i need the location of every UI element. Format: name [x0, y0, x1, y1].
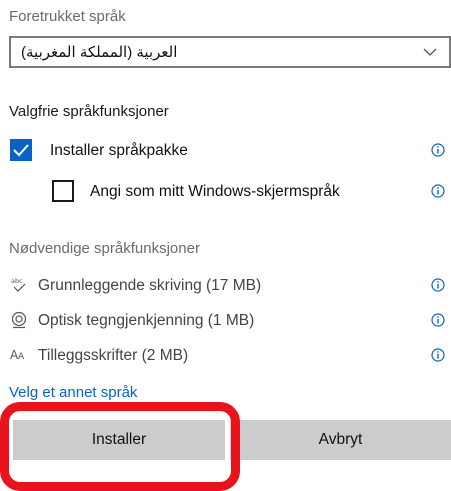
- checkmark-icon: [13, 144, 29, 157]
- choose-another-language-link[interactable]: Velg et annet språk: [9, 384, 137, 401]
- required-features-heading: Nødvendige språkfunksjoner: [9, 240, 200, 257]
- optional-features-heading: Valgfrie språkfunksjoner: [9, 103, 169, 120]
- ocr-label: Optisk tegngjenkjenning (1 MB): [38, 312, 255, 329]
- cancel-button[interactable]: Avbryt: [230, 420, 451, 460]
- chevron-down-icon: [423, 48, 437, 56]
- language-dropdown[interactable]: العربية (المملكة المغربية): [9, 36, 451, 68]
- preferred-language-label: Foretrukket språk: [9, 8, 126, 25]
- install-language-pack-checkbox[interactable]: [10, 139, 32, 161]
- font-icon: A A: [10, 348, 25, 362]
- info-icon[interactable]: [431, 143, 445, 157]
- svg-text:abc: abc: [11, 277, 23, 285]
- set-display-language-label[interactable]: Angi som mitt Windows-skjermspråk: [90, 183, 340, 201]
- basic-typing-label: Grunnleggende skriving (17 MB): [38, 277, 262, 294]
- set-display-language-checkbox[interactable]: [52, 180, 74, 202]
- ocr-icon: [11, 311, 27, 329]
- svg-text:A: A: [18, 352, 25, 362]
- info-icon[interactable]: [431, 313, 445, 327]
- supplemental-fonts-label: Tilleggsskrifter (2 MB): [38, 347, 189, 364]
- info-icon[interactable]: [431, 184, 445, 198]
- info-icon[interactable]: [431, 348, 445, 362]
- language-dropdown-value: العربية (المملكة المغربية): [21, 44, 178, 61]
- install-button-highlight: [0, 402, 240, 491]
- basic-typing-icon: abc: [11, 277, 26, 292]
- info-icon[interactable]: [431, 278, 445, 292]
- install-language-panel: Foretrukket språk العربية (المملكة المغر…: [0, 0, 451, 491]
- install-language-pack-label[interactable]: Installer språkpakke: [50, 142, 188, 160]
